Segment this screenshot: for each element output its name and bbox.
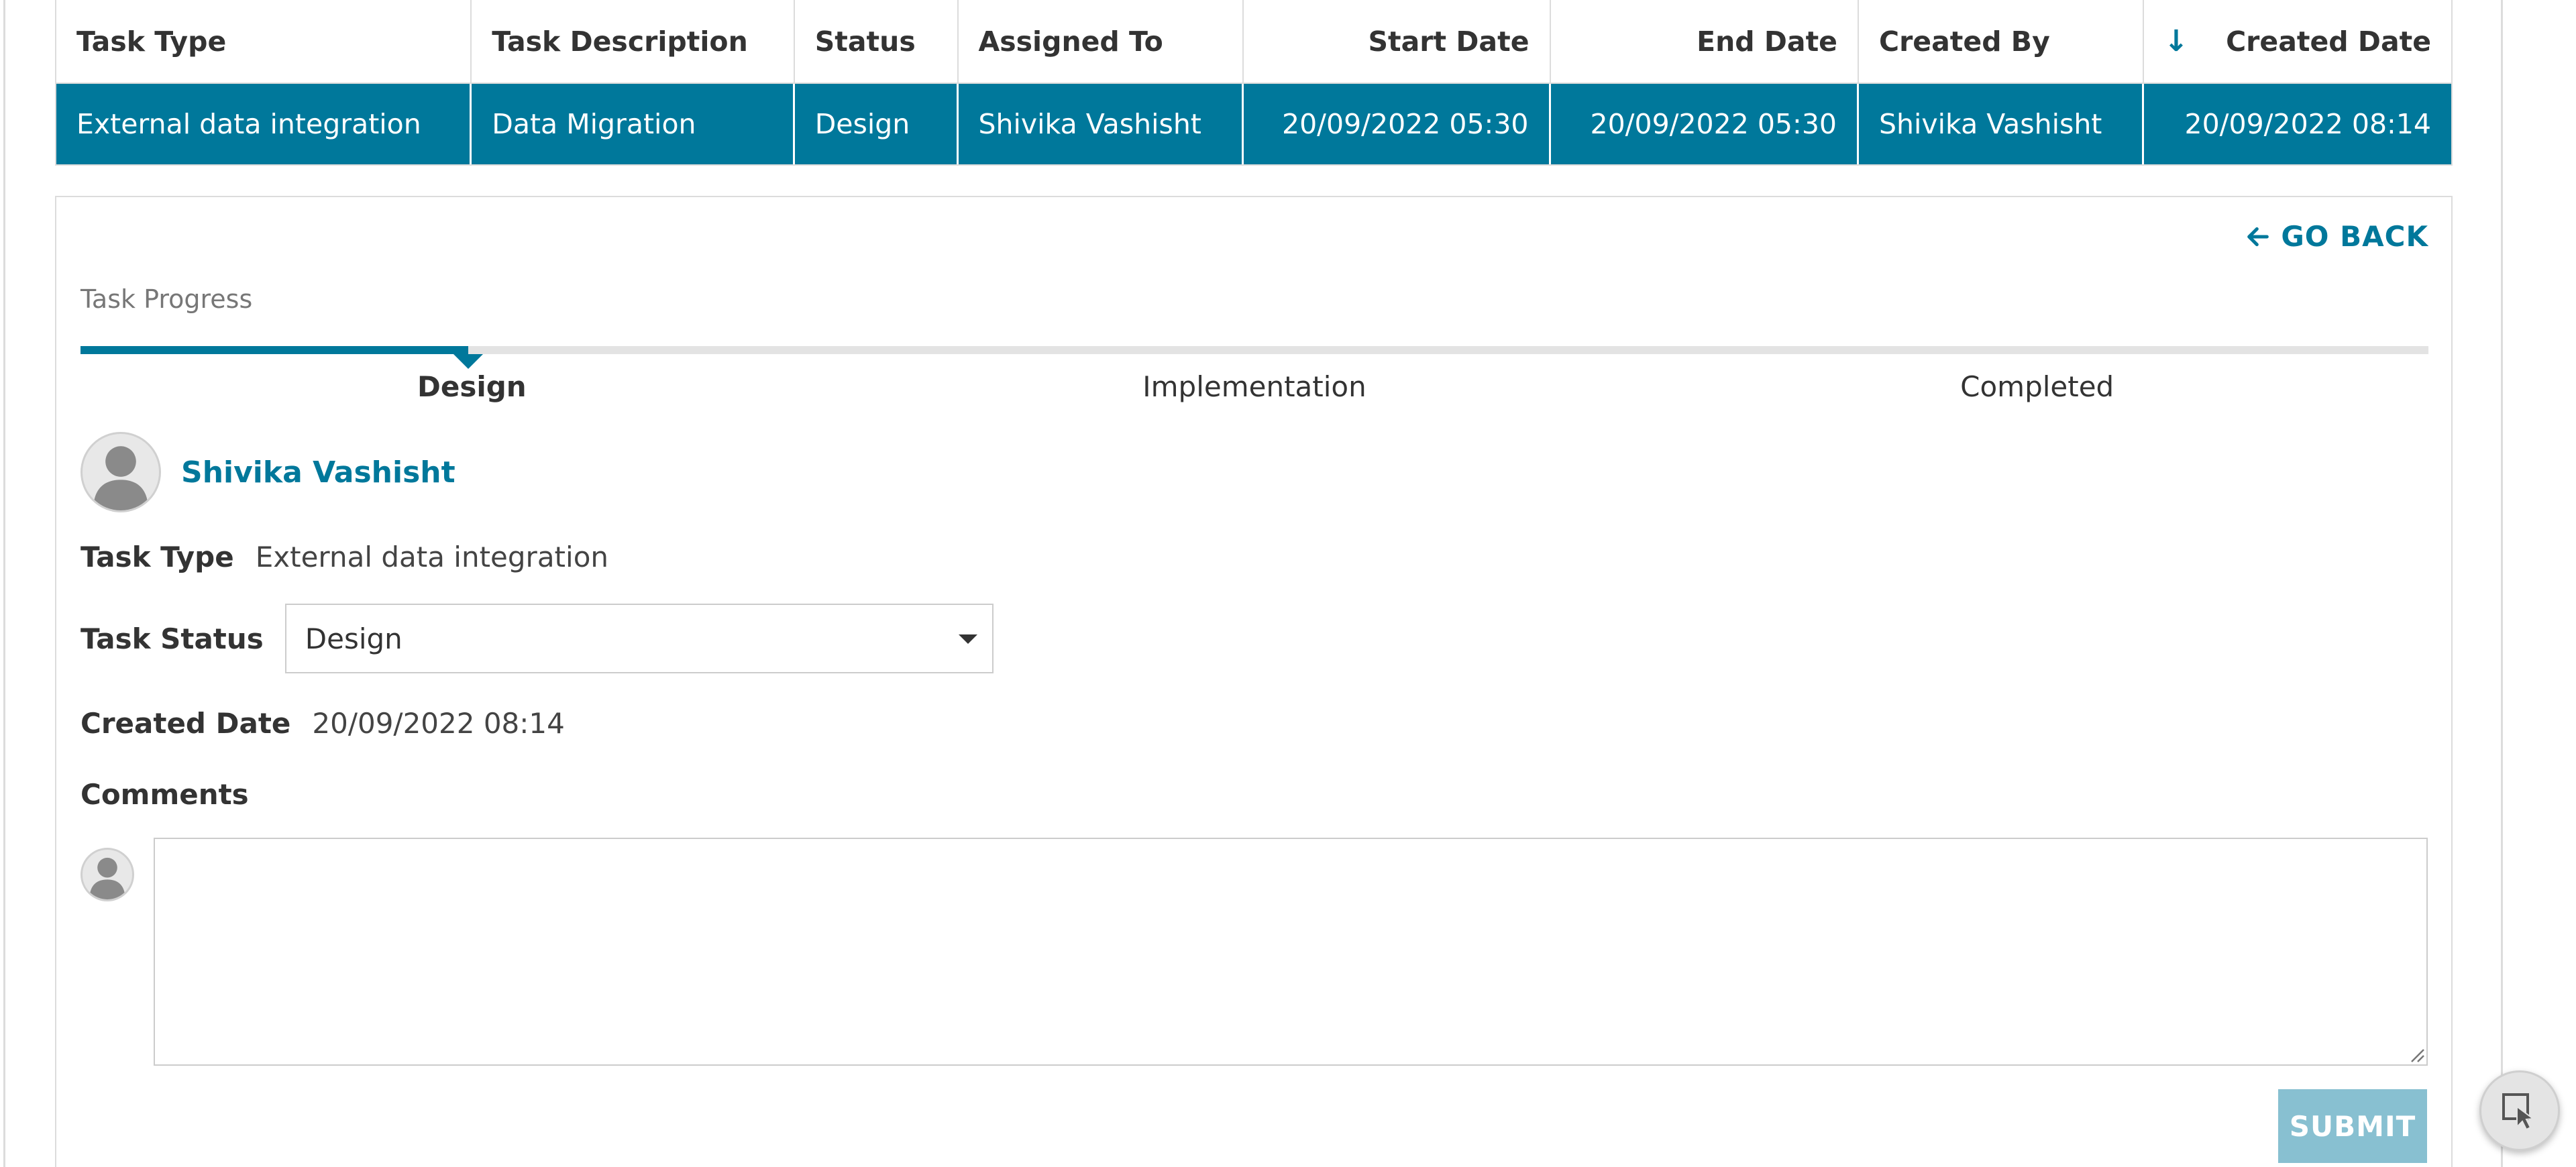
task-type-field: Task Type External data integration xyxy=(80,541,608,573)
user-silhouette-icon xyxy=(93,446,149,510)
cursor-select-icon xyxy=(2502,1093,2535,1131)
resize-grip-icon[interactable] xyxy=(2408,1046,2425,1063)
comments-label: Comments xyxy=(80,778,249,811)
cell-created-by: Shivika Vashisht xyxy=(1859,84,2144,164)
frame-left-border xyxy=(0,0,5,1167)
comment-avatar xyxy=(80,848,134,901)
column-header-task-type[interactable]: Task Type xyxy=(56,0,472,82)
cell-task-description: Data Migration xyxy=(472,84,795,164)
assignee-row: Shivika Vashisht xyxy=(80,432,455,512)
task-status-field: Task Status Design xyxy=(80,604,994,673)
cell-status: Design xyxy=(795,84,959,164)
user-silhouette-icon xyxy=(89,857,125,899)
submit-button[interactable]: SUBMIT xyxy=(2278,1089,2427,1163)
task-table: Task Type Task Description Status Assign… xyxy=(55,0,2453,166)
select-cursor-button[interactable] xyxy=(2479,1070,2560,1151)
created-date-field: Created Date 20/09/2022 08:14 xyxy=(80,707,565,740)
cell-start-date: 20/09/2022 05:30 xyxy=(1244,84,1551,164)
task-status-label: Task Status xyxy=(80,622,264,655)
task-detail-panel: GO BACK Task Progress Design Implementat… xyxy=(55,196,2453,1167)
cell-task-type: External data integration xyxy=(56,84,472,164)
task-type-label: Task Type xyxy=(80,541,234,573)
task-status-selected-value: Design xyxy=(305,622,402,655)
cell-created-date: 20/09/2022 08:14 xyxy=(2184,108,2432,140)
created-date-value: 20/09/2022 08:14 xyxy=(312,707,565,740)
task-progress-bar xyxy=(80,346,2428,354)
column-header-status[interactable]: Status xyxy=(795,0,959,82)
step-design: Design xyxy=(417,370,527,403)
task-progress-label: Task Progress xyxy=(80,284,253,314)
assignee-name-link[interactable]: Shivika Vashisht xyxy=(181,455,455,490)
progress-steps: Design Implementation Completed xyxy=(80,370,2428,410)
created-date-label: Created Date xyxy=(80,707,291,740)
cell-assigned-to: Shivika Vashisht xyxy=(959,84,1244,164)
column-header-created-by[interactable]: Created By xyxy=(1859,0,2144,82)
column-header-assigned-to[interactable]: Assigned To xyxy=(959,0,1244,82)
column-header-start-date[interactable]: Start Date xyxy=(1244,0,1551,82)
page: Task Type Task Description Status Assign… xyxy=(0,0,2576,1167)
task-type-value: External data integration xyxy=(255,541,609,573)
step-implementation: Implementation xyxy=(1142,370,1366,403)
progress-pointer xyxy=(453,354,483,369)
step-completed: Completed xyxy=(1960,370,2114,403)
task-progress-fill xyxy=(80,346,468,354)
table-header-row: Task Type Task Description Status Assign… xyxy=(56,0,2451,84)
comment-textarea[interactable] xyxy=(154,838,2428,1066)
cell-end-date: 20/09/2022 05:30 xyxy=(1551,84,1859,164)
column-header-task-description[interactable]: Task Description xyxy=(472,0,795,82)
comments-field: Comments xyxy=(80,778,270,811)
column-header-end-date[interactable]: End Date xyxy=(1551,0,1859,82)
arrow-left-icon xyxy=(2247,227,2269,246)
sort-descending-icon: ↓ xyxy=(2163,24,2189,58)
avatar xyxy=(80,432,161,512)
task-status-select[interactable]: Design xyxy=(284,604,994,673)
frame-right-border xyxy=(2501,0,2503,1167)
table-row[interactable]: External data integration Data Migration… xyxy=(56,84,2451,164)
go-back-button[interactable]: GO BACK xyxy=(2245,220,2428,253)
caret-down-icon xyxy=(958,634,977,644)
column-header-created-date[interactable]: ↓ Created Date xyxy=(2144,0,2451,82)
